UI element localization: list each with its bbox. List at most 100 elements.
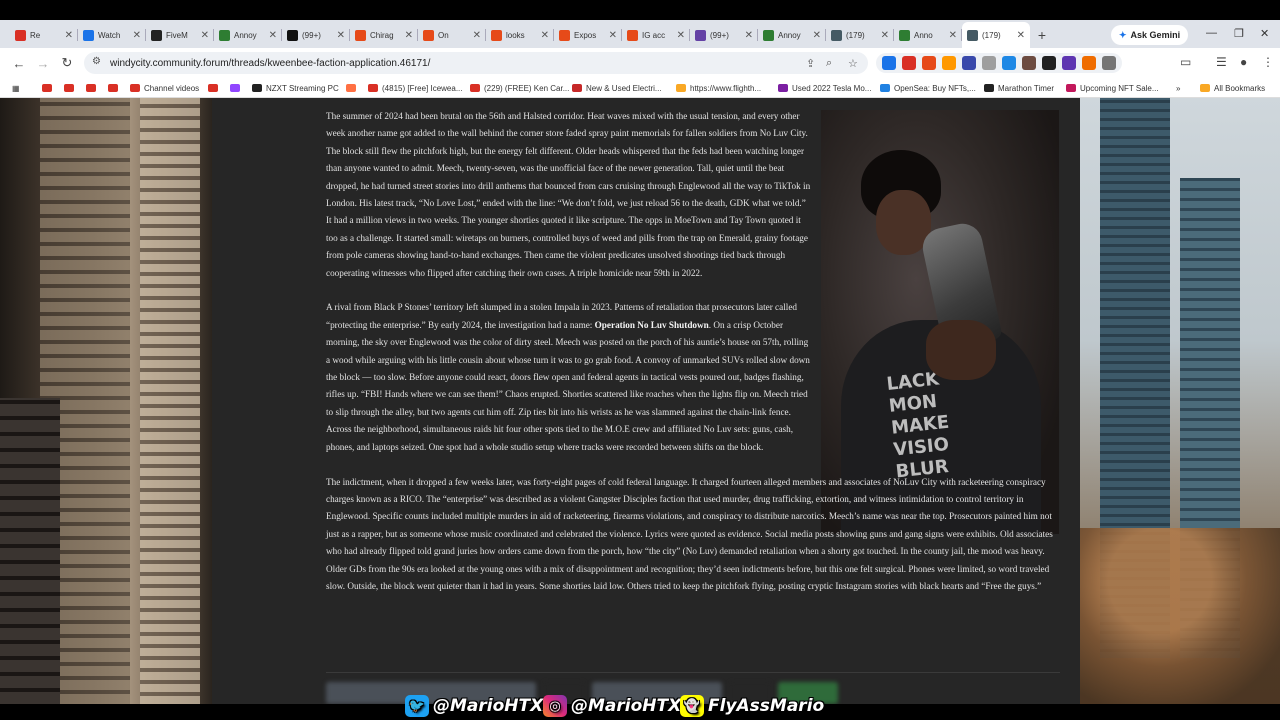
tab-label: Watch bbox=[98, 30, 121, 40]
tab[interactable]: On ✕ bbox=[418, 22, 486, 48]
extension-icon[interactable] bbox=[1002, 56, 1016, 70]
bookmark-item[interactable]: Upcoming NFT Sale... bbox=[1066, 82, 1159, 94]
tab-search-icon[interactable]: ☰ bbox=[1216, 55, 1227, 69]
tab-label: Re bbox=[30, 30, 41, 40]
bookmark-favicon-icon bbox=[346, 84, 356, 92]
tab-favicon-icon bbox=[151, 29, 162, 41]
extension-icon[interactable] bbox=[902, 56, 916, 70]
bookmark-item[interactable] bbox=[208, 82, 222, 94]
tab-close-icon[interactable]: ✕ bbox=[201, 30, 209, 41]
extension-icon[interactable] bbox=[1022, 56, 1036, 70]
bookmark-item[interactable] bbox=[64, 82, 78, 94]
bookmark-item[interactable]: Marathon Timer bbox=[984, 82, 1054, 94]
story-paragraph-2: A rival from Black P Stones’ territory l… bbox=[326, 302, 810, 452]
tab-close-icon[interactable]: ✕ bbox=[949, 30, 957, 41]
extension-icon[interactable] bbox=[922, 56, 936, 70]
bookmark-item[interactable]: New & Used Electri... bbox=[572, 82, 662, 94]
bookmark-favicon-icon bbox=[1066, 84, 1076, 92]
extensions-puzzle-icon[interactable] bbox=[1102, 56, 1116, 70]
maximize-icon[interactable]: ❐ bbox=[1234, 27, 1244, 40]
bookmark-label: New & Used Electri... bbox=[586, 83, 662, 93]
tab-close-icon[interactable]: ✕ bbox=[745, 30, 753, 41]
forward-icon[interactable]: → bbox=[34, 54, 52, 72]
tab[interactable]: Annoy ✕ bbox=[214, 22, 282, 48]
close-window-icon[interactable]: ✕ bbox=[1260, 27, 1269, 40]
tab[interactable]: (99+) ✕ bbox=[282, 22, 350, 48]
tab-close-icon[interactable]: ✕ bbox=[881, 30, 889, 41]
bookmark-item[interactable]: (4815) [Free] Icewea... bbox=[368, 82, 462, 94]
tab-strip: Re ✕ Watch ✕ FiveM ✕ Annoy ✕ (99+) ✕ Chirag ✕ On ✕ loo… bbox=[0, 0, 1280, 48]
site-info-icon[interactable]: ⚙ bbox=[92, 56, 101, 67]
reading-list-icon[interactable]: ▭ bbox=[1180, 55, 1191, 69]
zoom-icon[interactable]: ⌕ bbox=[826, 57, 832, 70]
bookmark-label: Used 2022 Tesla Mo... bbox=[792, 83, 872, 93]
bookmark-star-icon[interactable]: ☆ bbox=[848, 57, 858, 70]
minimize-icon[interactable]: — bbox=[1206, 27, 1217, 39]
apps-grid-icon[interactable]: ▦ bbox=[12, 82, 20, 94]
address-toolbar: ← → ↻ ⚙ windycity.community.forum/thread… bbox=[0, 48, 1280, 78]
tab[interactable]: (179) ✕ bbox=[826, 22, 894, 48]
tab-close-icon[interactable]: ✕ bbox=[677, 30, 685, 41]
tab[interactable]: Chirag ✕ bbox=[350, 22, 418, 48]
tab[interactable]: (99+) ✕ bbox=[690, 22, 758, 48]
bookmark-item[interactable] bbox=[346, 82, 360, 94]
tab-close-icon[interactable]: ✕ bbox=[269, 30, 277, 41]
reload-icon[interactable]: ↻ bbox=[58, 54, 76, 72]
bookmark-item[interactable]: OpenSea: Buy NFTs,... bbox=[880, 82, 976, 94]
share-icon[interactable]: ⇪ bbox=[806, 57, 815, 70]
extension-icon[interactable] bbox=[1082, 56, 1096, 70]
tab[interactable]: looks ✕ bbox=[486, 22, 554, 48]
tab[interactable]: Expos ✕ bbox=[554, 22, 622, 48]
new-tab-button[interactable]: + bbox=[1030, 22, 1054, 48]
all-bookmarks-link[interactable]: All Bookmarks bbox=[1200, 82, 1265, 94]
tab-close-icon[interactable]: ✕ bbox=[813, 30, 821, 41]
tab[interactable]: FiveM ✕ bbox=[146, 22, 214, 48]
tab-close-icon[interactable]: ✕ bbox=[473, 30, 481, 41]
bookmarks-overflow-icon[interactable]: » bbox=[1176, 82, 1180, 94]
tab-close-icon[interactable]: ✕ bbox=[1017, 30, 1025, 41]
bookmark-item[interactable]: Channel videos bbox=[130, 82, 199, 94]
tab-label: Anno bbox=[914, 30, 933, 40]
tab[interactable]: Anno ✕ bbox=[894, 22, 962, 48]
bookmark-item[interactable]: (229) (FREE) Ken Car... bbox=[470, 82, 569, 94]
tab-close-icon[interactable]: ✕ bbox=[541, 30, 549, 41]
bookmark-label: Channel videos bbox=[144, 83, 200, 93]
bookmark-item[interactable] bbox=[108, 82, 122, 94]
tab[interactable]: (179) ✕ bbox=[962, 22, 1030, 48]
snapchat-icon: 👻 bbox=[680, 695, 704, 717]
tab-label: (179) bbox=[982, 30, 1001, 40]
tab-label: On bbox=[438, 30, 449, 40]
bookmark-item[interactable]: https://www.flighth... bbox=[676, 82, 761, 94]
extension-icon[interactable] bbox=[1042, 56, 1056, 70]
tab-close-icon[interactable]: ✕ bbox=[337, 30, 345, 41]
tab[interactable]: Annoy ✕ bbox=[758, 22, 826, 48]
gemini-icon: ✦ bbox=[1119, 29, 1127, 40]
bookmark-item[interactable] bbox=[86, 82, 100, 94]
extension-icon[interactable] bbox=[982, 56, 996, 70]
bookmark-item[interactable]: Used 2022 Tesla Mo... bbox=[778, 82, 871, 94]
bookmark-item[interactable] bbox=[230, 82, 244, 94]
extension-icon[interactable] bbox=[942, 56, 956, 70]
tab[interactable]: Watch ✕ bbox=[78, 22, 146, 48]
tab-close-icon[interactable]: ✕ bbox=[405, 30, 413, 41]
extension-icon[interactable] bbox=[1062, 56, 1076, 70]
tab[interactable]: IG acc ✕ bbox=[622, 22, 690, 48]
tab[interactable]: Re ✕ bbox=[10, 22, 78, 48]
profile-avatar[interactable]: ● bbox=[1240, 55, 1247, 69]
tab-close-icon[interactable]: ✕ bbox=[609, 30, 617, 41]
menu-kebab-icon[interactable]: ⋮ bbox=[1262, 55, 1274, 69]
address-bar[interactable]: ⚙ windycity.community.forum/threads/kwee… bbox=[84, 52, 868, 74]
bookmark-favicon-icon bbox=[86, 84, 96, 92]
bookmark-item[interactable] bbox=[42, 82, 56, 94]
story-paragraph-3: The indictment, when it dropped a few we… bbox=[326, 476, 1053, 591]
tab-close-icon[interactable]: ✕ bbox=[65, 30, 73, 41]
tab-favicon-icon bbox=[559, 29, 570, 41]
tab-label: Annoy bbox=[778, 30, 801, 40]
extension-icon[interactable] bbox=[882, 56, 896, 70]
bookmark-item[interactable]: NZXT Streaming PC bbox=[252, 82, 339, 94]
tab-label: (99+) bbox=[710, 30, 729, 40]
extension-icon[interactable] bbox=[962, 56, 976, 70]
ask-gemini-button[interactable]: ✦ Ask Gemini bbox=[1111, 25, 1189, 45]
tab-close-icon[interactable]: ✕ bbox=[133, 30, 141, 41]
back-icon[interactable]: ← bbox=[10, 54, 28, 72]
